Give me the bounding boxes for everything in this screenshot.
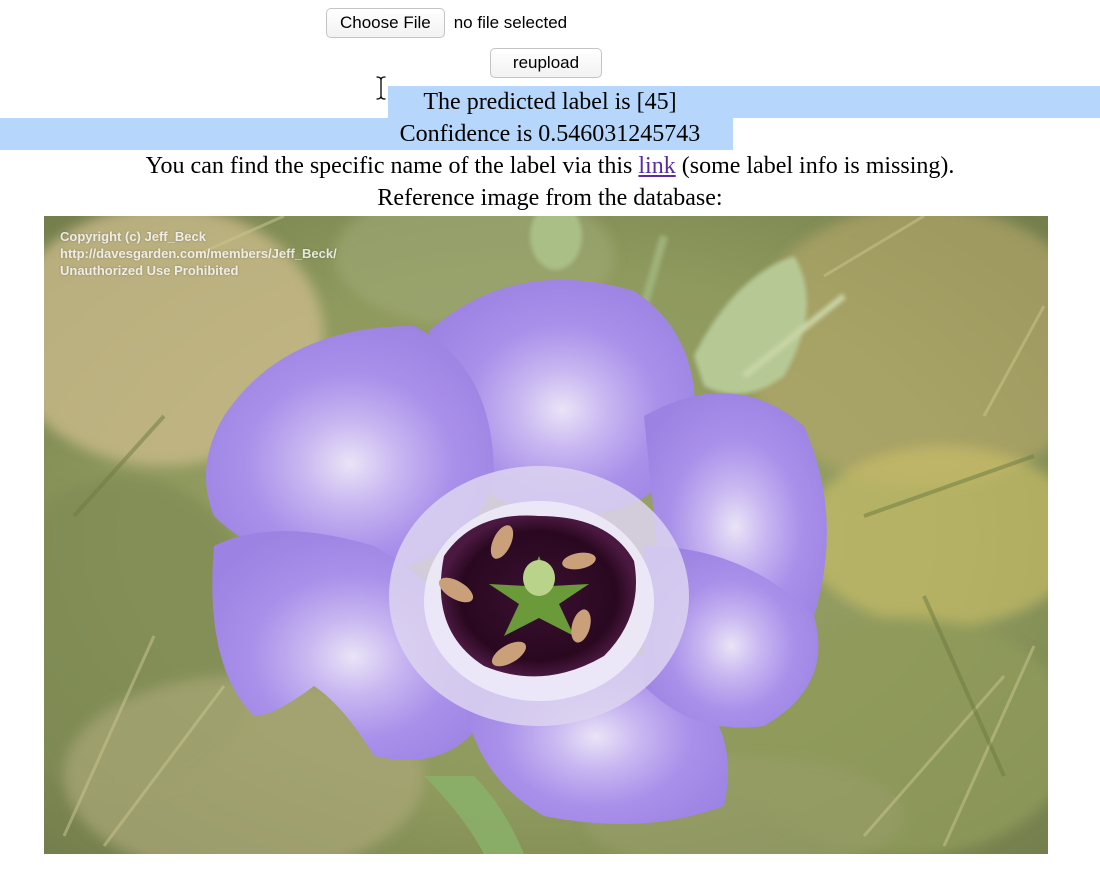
reference-flower-image: Copyright (c) Jeff_Beck http://davesgard…	[44, 216, 1048, 854]
image-watermark: Copyright (c) Jeff_Beck http://davesgard…	[60, 228, 337, 279]
label-info-prefix: You can find the specific name of the la…	[145, 153, 639, 179]
reference-image-heading: Reference image from the database:	[377, 185, 723, 211]
file-status-text: no file selected	[453, 13, 568, 32]
confidence-text: Confidence is 0.546031245743	[399, 121, 701, 147]
file-input[interactable]: Choose File no file selected	[326, 8, 567, 38]
watermark-line: http://davesgarden.com/members/Jeff_Beck…	[60, 246, 337, 261]
label-info-suffix: (some label info is missing).	[675, 153, 955, 179]
reupload-button[interactable]: reupload	[490, 48, 602, 78]
watermark-line: Copyright (c) Jeff_Beck	[60, 229, 206, 244]
choose-file-button[interactable]: Choose File	[326, 8, 445, 38]
watermark-line: Unauthorized Use Prohibited	[60, 263, 239, 278]
label-info-text: You can find the specific name of the la…	[0, 150, 1100, 182]
label-info-link[interactable]: link	[638, 153, 675, 179]
predicted-label-text: The predicted label is [45]	[423, 89, 677, 115]
